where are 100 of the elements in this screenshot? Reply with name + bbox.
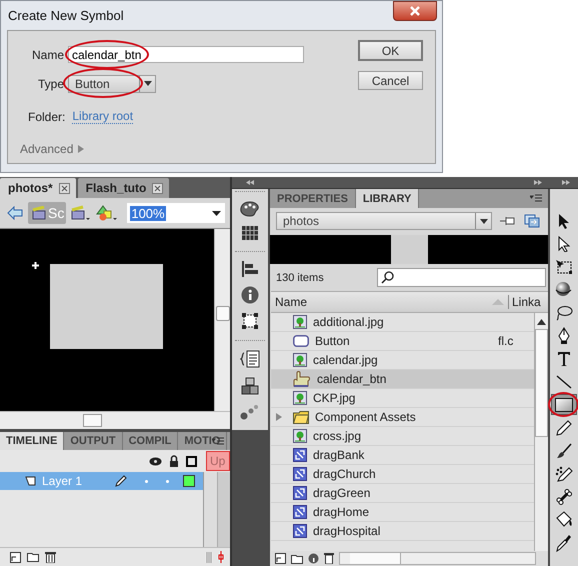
library-item[interactable]: dragBank: [271, 446, 534, 465]
item-count: 130 items: [276, 272, 325, 284]
close-icon: [409, 6, 421, 16]
dialog-title: Create New Symbol: [8, 8, 124, 23]
layer-color-swatch[interactable]: [183, 475, 195, 487]
vertical-scrollbar[interactable]: [214, 229, 230, 411]
panel-menu-icon[interactable]: [530, 194, 542, 203]
swatches-grid-icon[interactable]: [242, 226, 258, 240]
search-icon: [381, 271, 394, 284]
brush-icon: [556, 442, 572, 458]
type-label: Type: [36, 76, 64, 90]
new-layer-icon[interactable]: [10, 552, 21, 562]
bone-icon: [556, 488, 572, 504]
library-item[interactable]: CKP.jpg: [271, 389, 534, 408]
name-label: Name: [30, 48, 64, 62]
zoom-dropdown[interactable]: 100%: [127, 203, 226, 223]
pen-nib-icon: [557, 326, 571, 344]
library-item[interactable]: calendar_btn: [271, 370, 534, 389]
vertical-scrollbar[interactable]: [534, 313, 548, 551]
expand-arrows-icon[interactable]: [534, 180, 542, 185]
folder-icon[interactable]: [291, 554, 303, 564]
clapper-icon: [32, 206, 46, 220]
align-icon[interactable]: [242, 261, 258, 277]
document-tab[interactable]: photos*: [0, 178, 76, 198]
new-library-panel-icon[interactable]: [524, 214, 540, 228]
close-icon[interactable]: [58, 182, 70, 194]
dots-icon[interactable]: [240, 404, 260, 420]
panel-tab[interactable]: LIBRARY: [356, 189, 420, 208]
library-item[interactable]: dragHome: [271, 503, 534, 522]
hollow-arrow-icon: [558, 236, 570, 252]
visibility-dot[interactable]: [145, 480, 148, 482]
code-snippets-icon[interactable]: [240, 350, 260, 368]
arrow-icon: [558, 212, 570, 228]
scroll-up-arrow-icon: [537, 319, 546, 325]
new-symbol-icon[interactable]: [275, 553, 286, 564]
movie-clip-icon: [293, 524, 307, 538]
library-item[interactable]: calendar.jpg: [271, 351, 534, 370]
lock-icon[interactable]: [169, 455, 179, 467]
eye-icon[interactable]: [149, 456, 162, 466]
dropdown-arrow-icon: [212, 210, 222, 216]
ok-button[interactable]: OK: [358, 40, 423, 61]
movie-clip-icon: [293, 448, 307, 462]
type-dropdown[interactable]: Button: [68, 74, 156, 92]
collapse-arrows-icon[interactable]: [246, 180, 254, 185]
close-button[interactable]: [393, 1, 437, 21]
shapes-menu-icon[interactable]: [96, 205, 118, 221]
eyedropper-icon: [556, 534, 572, 552]
library-item[interactable]: additional.jpg: [271, 313, 534, 332]
trash-icon[interactable]: [324, 553, 334, 564]
search-field[interactable]: [377, 268, 546, 287]
image-icon: [293, 353, 307, 367]
clapper-menu-icon[interactable]: [71, 205, 92, 221]
close-icon[interactable]: [152, 182, 164, 194]
horizontal-scrollbar[interactable]: [339, 552, 536, 565]
expand-arrow-icon[interactable]: [276, 413, 282, 421]
playhead-icon: [218, 551, 224, 563]
horizontal-scrollbar[interactable]: [0, 411, 230, 429]
transform-icon[interactable]: [242, 313, 258, 329]
folder-icon[interactable]: [27, 552, 39, 562]
library-item[interactable]: dragHospital: [271, 522, 534, 541]
expand-arrows-icon[interactable]: [562, 180, 570, 185]
grip-icon: [206, 552, 212, 562]
column-header[interactable]: Linka: [508, 295, 548, 309]
library-item[interactable]: dragGreen: [271, 484, 534, 503]
library-item[interactable]: cross.jpg: [271, 427, 534, 446]
palette-icon[interactable]: [240, 201, 260, 217]
trash-icon[interactable]: [45, 551, 56, 563]
image-icon: [293, 429, 307, 443]
line-icon: [556, 374, 572, 388]
column-header[interactable]: Name: [271, 295, 488, 309]
dropdown-arrow-icon: [144, 81, 152, 86]
expand-arrow-icon: [78, 144, 84, 152]
folder-icon: [293, 410, 309, 424]
pencil-icon: [115, 475, 127, 487]
image-icon: [293, 391, 307, 405]
frame-label: Up: [206, 451, 230, 471]
advanced-toggle[interactable]: Advanced: [20, 142, 84, 156]
lock-dot[interactable]: [166, 480, 169, 482]
library-item[interactable]: Button fl.c: [271, 332, 534, 351]
info-icon[interactable]: [241, 286, 259, 304]
folder-label: Folder:: [28, 110, 66, 124]
outline-icon[interactable]: [186, 456, 197, 466]
library-item[interactable]: Component Assets: [271, 408, 534, 427]
panel-tab[interactable]: TIMELINE: [0, 432, 64, 450]
document-tab[interactable]: Flash_tuto: [78, 178, 170, 198]
rectangle-icon: [555, 398, 573, 412]
back-arrow-icon[interactable]: [7, 206, 23, 220]
library-item[interactable]: dragChurch: [271, 465, 534, 484]
info-icon[interactable]: [308, 553, 319, 564]
cubes-icon[interactable]: [241, 377, 259, 395]
deco-brush-icon: [555, 466, 573, 482]
dropdown-arrow-icon: [480, 218, 488, 224]
library-document-dropdown[interactable]: photos: [276, 212, 492, 230]
sphere-icon: [555, 280, 573, 298]
pin-icon[interactable]: [500, 215, 516, 227]
library-root-link[interactable]: Library root: [72, 110, 134, 124]
cancel-button[interactable]: Cancel: [358, 71, 423, 90]
component-icon: [293, 335, 309, 347]
name-field[interactable]: calendar_btn: [68, 46, 304, 63]
image-icon: [293, 315, 307, 329]
